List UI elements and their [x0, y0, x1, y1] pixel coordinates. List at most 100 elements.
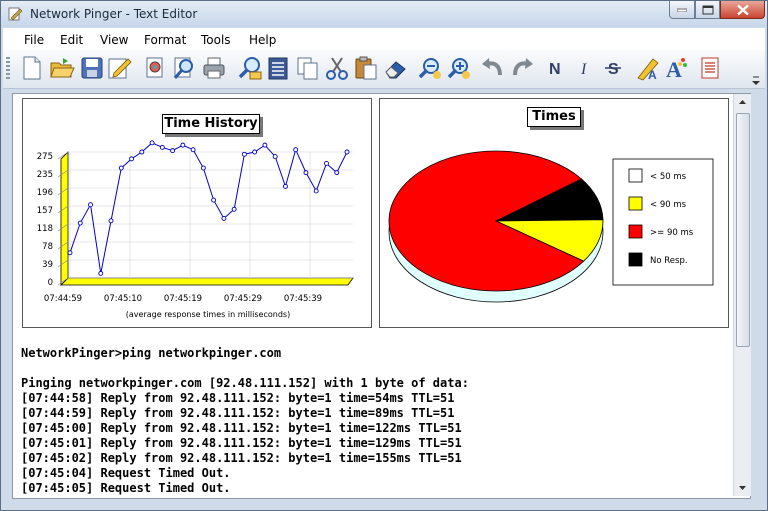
y-tick-label: 39	[42, 260, 53, 270]
legend-swatch	[628, 252, 643, 267]
find-icon[interactable]	[237, 55, 263, 81]
new-doc-icon[interactable]	[19, 55, 45, 81]
legend-label: < 90 ms	[650, 200, 687, 210]
y-tick-label: 78	[42, 242, 53, 252]
data-point	[262, 142, 268, 148]
data-point	[77, 220, 83, 226]
font-icon[interactable]: A	[663, 55, 689, 82]
italic-icon[interactable]: I	[573, 55, 599, 81]
y-tick-label: 118	[37, 224, 53, 234]
page-icon[interactable]	[697, 55, 723, 81]
paste-icon[interactable]	[353, 55, 379, 81]
y-tick-label: 0	[48, 278, 53, 288]
strikethrough-icon[interactable]: S	[601, 55, 627, 81]
svg-text:I: I	[580, 61, 587, 78]
undo-icon[interactable]	[480, 55, 506, 81]
data-point	[252, 149, 258, 155]
svg-text:A: A	[666, 57, 682, 81]
legend-swatch	[628, 196, 643, 211]
legend-swatch	[628, 168, 643, 183]
notepad-icon	[7, 6, 23, 22]
chevron-down-icon	[739, 486, 746, 490]
data-point	[282, 183, 288, 189]
scroll-down-button[interactable]	[734, 479, 751, 496]
x-tick-label: 07:45:10	[104, 294, 142, 304]
copy-icon[interactable]	[295, 55, 321, 81]
legend-label: < 50 ms	[650, 172, 687, 182]
menu-format[interactable]: Format	[144, 33, 186, 47]
close-icon	[736, 4, 749, 15]
data-point	[293, 147, 299, 153]
title-bar[interactable]: Network Pinger - Text Editor	[1, 1, 767, 27]
x-tick-label: 07:45:19	[164, 294, 202, 304]
menu-bar: File Edit View Format Tools Help	[3, 28, 765, 50]
toolbar: N I S A A	[3, 50, 765, 89]
data-point	[231, 206, 237, 212]
x-tick-label: 07:45:29	[224, 294, 262, 304]
x-tick-label: 07:45:39	[284, 294, 322, 304]
time-history-panel: Time History 275 235 196 157 118 78 39 0 07:44:…	[22, 98, 372, 328]
data-point	[180, 142, 186, 148]
data-point	[211, 197, 217, 203]
toolbar-grip[interactable]	[6, 57, 10, 81]
color-pen-icon[interactable]: A	[635, 55, 661, 82]
vertical-scrollbar[interactable]	[733, 94, 751, 496]
window-title: Network Pinger - Text Editor	[30, 7, 198, 21]
zoom-in-icon[interactable]	[446, 55, 472, 81]
legend-swatch	[628, 224, 643, 239]
data-point	[200, 165, 206, 171]
find-next-icon[interactable]	[265, 55, 291, 81]
data-point	[313, 188, 319, 194]
data-point	[190, 147, 196, 153]
times-panel: Times < 50 ms < 90 ms >= 90 ms No Resp.	[379, 98, 729, 328]
y-tick-label: 275	[37, 152, 53, 162]
log-line: [07:45:02] Reply from 92.48.111.152: byt…	[21, 451, 462, 465]
menu-view[interactable]: View	[100, 33, 128, 47]
app-window: Network Pinger - Text Editor File Edit V…	[0, 0, 768, 511]
scroll-up-button[interactable]	[734, 94, 751, 111]
times-pie-chart: < 50 ms < 90 ms >= 90 ms No Resp.	[388, 150, 714, 303]
edit-icon[interactable]	[106, 55, 132, 81]
log-line: [07:44:58] Reply from 92.48.111.152: byt…	[21, 391, 455, 405]
open-folder-icon[interactable]	[49, 55, 75, 81]
ping-log: NetworkPinger>ping networkpinger.com Pin…	[21, 346, 469, 496]
save-icon[interactable]	[79, 55, 105, 81]
legend-label: No Resp.	[650, 256, 688, 266]
menu-help[interactable]: Help	[249, 33, 276, 47]
chevron-up-icon	[739, 100, 746, 104]
menu-file[interactable]: File	[24, 33, 44, 47]
minimize-button[interactable]	[669, 1, 695, 19]
svg-text:S: S	[608, 61, 619, 78]
menu-tools[interactable]: Tools	[201, 33, 231, 47]
cut-icon[interactable]	[324, 55, 350, 81]
zoom-out-icon[interactable]	[417, 55, 443, 81]
normal-text-icon[interactable]: N	[544, 55, 570, 81]
data-point	[272, 154, 278, 160]
data-point	[98, 270, 104, 276]
data-point	[129, 156, 135, 162]
close-button[interactable]	[720, 1, 765, 19]
eraser-icon[interactable]	[383, 55, 409, 81]
data-point	[88, 202, 93, 208]
x-tick-label: 07:44:59	[44, 294, 82, 304]
data-point	[334, 170, 340, 176]
print-preview-icon[interactable]	[142, 55, 168, 81]
log-line: Pinging networkpinger.com [92.48.111.152…	[21, 376, 469, 390]
search-icon[interactable]	[171, 55, 197, 81]
data-point	[159, 144, 165, 150]
log-line: NetworkPinger>ping networkpinger.com	[21, 346, 282, 360]
menu-edit[interactable]: Edit	[60, 33, 83, 47]
chart-left-wall	[60, 151, 69, 286]
text-editor-area[interactable]: Time History 275 235 196 157 118 78 39 0 07:44:…	[12, 93, 751, 499]
y-tick-label: 196	[37, 188, 53, 198]
data-point	[303, 170, 309, 176]
data-point	[170, 148, 176, 154]
scroll-thumb[interactable]	[736, 113, 750, 347]
data-point	[324, 161, 329, 166]
redo-icon[interactable]	[509, 55, 535, 81]
maximize-button[interactable]	[695, 1, 720, 19]
log-line: [07:45:00] Reply from 92.48.111.152: byt…	[21, 421, 462, 435]
chevron-down-icon	[752, 76, 760, 85]
print-icon[interactable]	[201, 55, 227, 81]
toolbar-overflow-button[interactable]	[751, 72, 761, 85]
